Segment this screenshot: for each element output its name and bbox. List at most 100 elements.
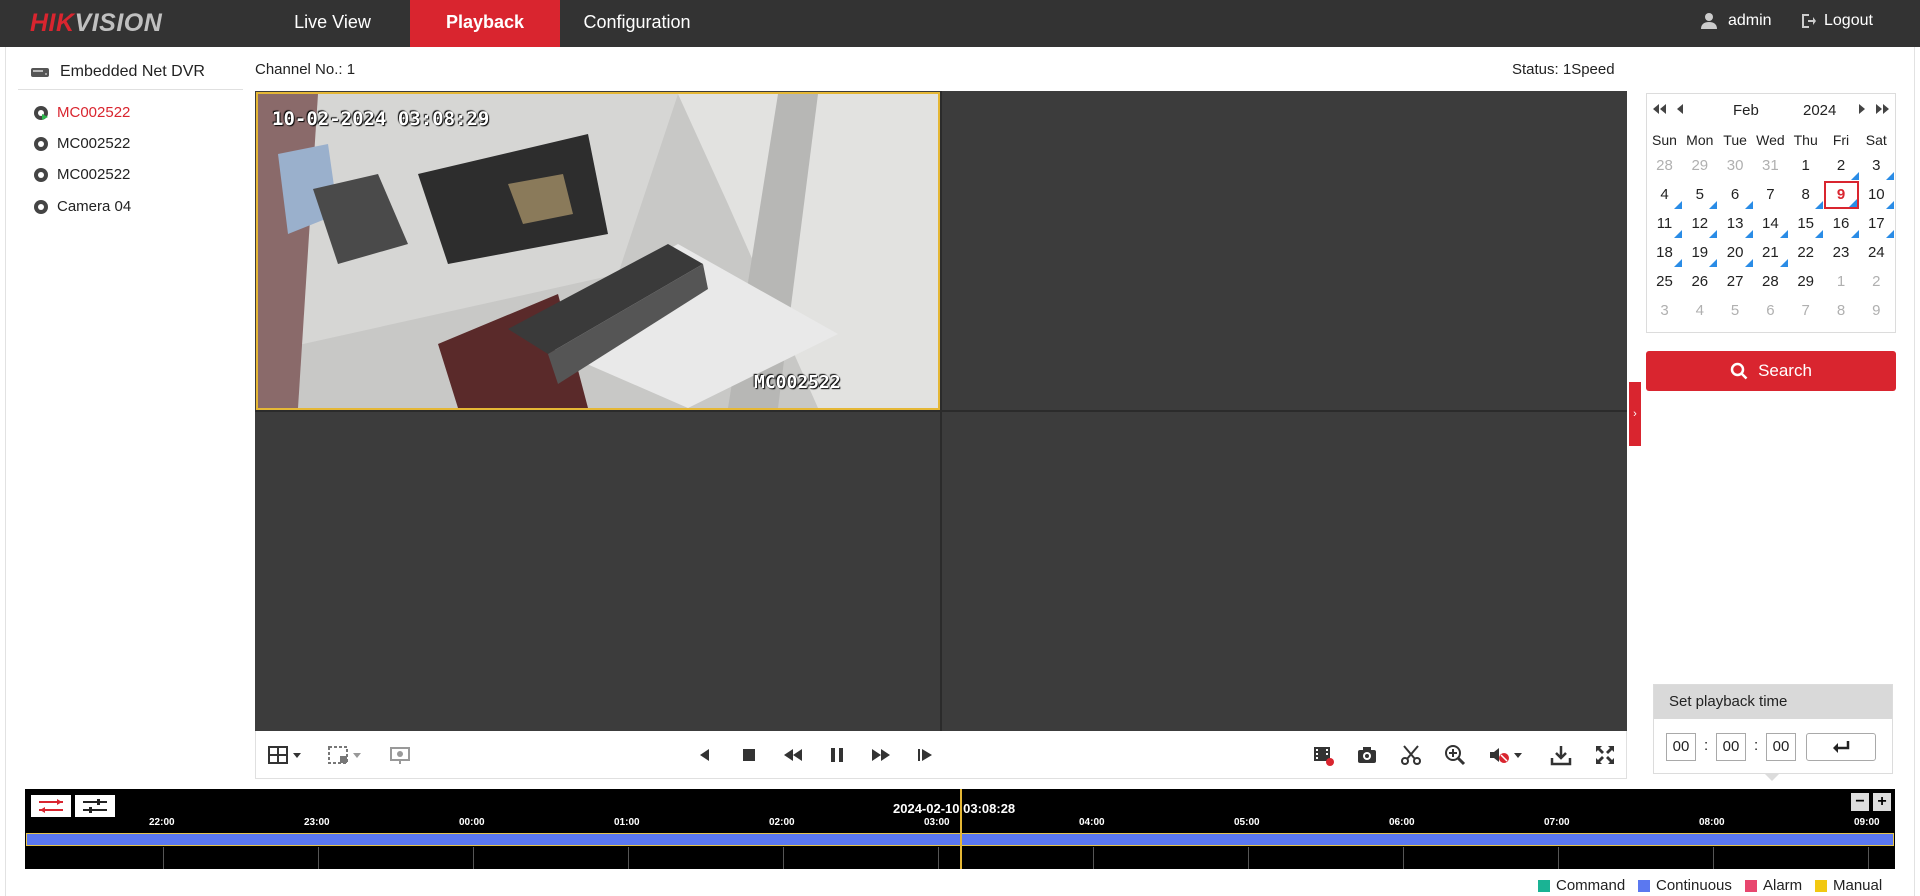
calendar-day[interactable]: 6 [1753,297,1788,325]
calendar-day[interactable]: 26 [1682,268,1717,296]
scissors-icon[interactable] [1399,743,1423,767]
chevron-down-icon[interactable] [292,743,302,767]
calendar-day[interactable]: 1 [1824,268,1859,296]
calendar-day[interactable]: 8 [1824,297,1859,325]
legend-item: Continuous [1638,877,1732,894]
fisheye-icon[interactable] [388,743,412,767]
confirm-time-button[interactable] [1806,733,1876,761]
timeline-tick [1403,847,1404,869]
timeline-tick-label: 04:00 [1079,817,1105,828]
minute-input[interactable]: 00 [1716,733,1746,761]
calendar-day[interactable]: 22 [1788,239,1823,267]
calendar-day[interactable]: 9 [1859,297,1894,325]
video-window-1[interactable]: 10-02-2024 03:08:29 MC002522 [256,92,940,410]
calendar-day[interactable]: 6 [1718,181,1753,209]
calendar-day[interactable]: 18 [1647,239,1682,267]
calendar-day[interactable]: 23 [1824,239,1859,267]
calendar-day[interactable]: 2 [1824,152,1859,180]
calendar-day[interactable]: 2 [1859,268,1894,296]
calendar-month[interactable]: Feb [1733,102,1759,119]
split-screen-icon[interactable] [326,743,350,767]
zoom-in-button[interactable]: + [1873,793,1891,811]
prev-year-icon[interactable] [1651,100,1669,118]
calendar-day[interactable]: 28 [1753,268,1788,296]
camera-item[interactable]: MC002522 [33,135,130,152]
download-icon[interactable] [1549,743,1573,767]
window-layout-icon[interactable] [266,743,290,767]
timeline-sync-button[interactable] [31,795,71,817]
calendar-day[interactable]: 11 [1647,210,1682,238]
playback-toolbar [255,731,1627,779]
calendar-day[interactable]: 14 [1753,210,1788,238]
single-frame-icon[interactable] [913,743,937,767]
tab-playback[interactable]: Playback [410,0,560,47]
prev-month-icon[interactable] [1671,100,1689,118]
hour-input[interactable]: 00 [1666,733,1696,761]
calendar-day[interactable]: 7 [1753,181,1788,209]
video-window-3[interactable] [256,412,940,730]
camera-item[interactable]: MC002522 [33,166,130,183]
calendar-day[interactable]: 19 [1682,239,1718,267]
timeline[interactable]: 2024-02-10 03:08:28 22:00 23:00 00:00 01:00… [25,789,1895,869]
next-year-icon[interactable] [1873,100,1891,118]
second-input[interactable]: 00 [1766,733,1796,761]
next-month-icon[interactable] [1853,100,1871,118]
zoom-out-button[interactable]: − [1851,793,1869,811]
tab-configuration[interactable]: Configuration [572,0,702,47]
chevron-down-icon[interactable] [1513,743,1523,767]
calendar-day[interactable]: 25 [1647,268,1682,296]
calendar-day[interactable]: 28 [1647,152,1682,180]
camera-snapshot-icon[interactable] [1355,743,1379,767]
calendar-year[interactable]: 2024 [1803,102,1836,119]
calendar-day[interactable]: 21 [1753,239,1788,267]
video-window-2[interactable] [942,92,1626,410]
calendar-day[interactable]: 4 [1682,297,1717,325]
device-node[interactable]: Embedded Net DVR [30,63,205,81]
calendar-day[interactable]: 13 [1718,210,1753,238]
timeline-cursor[interactable] [960,789,962,869]
calendar-day[interactable]: 29 [1682,152,1717,180]
calendar-day[interactable]: 5 [1682,181,1718,209]
camera-item[interactable]: MC002522 [33,104,130,121]
calendar-day[interactable]: 8 [1788,181,1824,209]
zoom-in-icon[interactable] [1443,743,1467,767]
calendar-day[interactable]: 16 [1824,210,1859,238]
calendar-day[interactable]: 15 [1788,210,1824,238]
fast-forward-icon[interactable] [869,743,893,767]
calendar-day[interactable]: 27 [1718,268,1753,296]
video-window-4[interactable] [942,412,1626,730]
slow-forward-icon[interactable] [781,743,805,767]
calendar-day[interactable]: 3 [1859,152,1894,180]
calendar-day[interactable]: 29 [1788,268,1823,296]
camera-label: MC002522 [57,135,131,152]
timeline-settings-button[interactable] [75,795,115,817]
calendar-day[interactable]: 12 [1682,210,1718,238]
reverse-play-icon[interactable] [693,743,717,767]
camera-item[interactable]: Camera 04 [33,198,131,215]
calendar-day[interactable]: 10 [1859,181,1894,209]
stop-icon[interactable] [737,743,761,767]
tab-live-view[interactable]: Live View [275,0,390,47]
calendar-day[interactable]: 5 [1718,297,1753,325]
calendar-day[interactable]: 17 [1859,210,1894,238]
logout-button[interactable]: Logout [1800,12,1873,30]
calendar-day[interactable]: 31 [1753,152,1788,180]
calendar-day[interactable]: 3 [1647,297,1682,325]
user-menu[interactable]: admin [1700,12,1772,30]
audio-muted-icon[interactable] [1487,743,1511,767]
logo-primary-text: HIK [30,9,75,37]
chevron-down-icon[interactable] [352,743,362,767]
calendar-day[interactable]: 4 [1647,181,1682,209]
search-button[interactable]: Search [1646,351,1896,391]
calendar-day[interactable]: 30 [1718,152,1753,180]
record-clip-icon[interactable] [1311,743,1335,767]
calendar-day[interactable]: 24 [1859,239,1894,267]
collapse-panel-button[interactable]: › [1629,382,1641,446]
calendar-day[interactable]: 20 [1718,239,1753,267]
calendar-day[interactable]: 1 [1788,152,1823,180]
calendar-day-selected[interactable]: 9 [1823,181,1859,209]
fullscreen-icon[interactable] [1593,743,1617,767]
calendar-day[interactable]: 7 [1788,297,1823,325]
pause-icon[interactable] [825,743,849,767]
camera-label: MC002522 [57,166,131,183]
